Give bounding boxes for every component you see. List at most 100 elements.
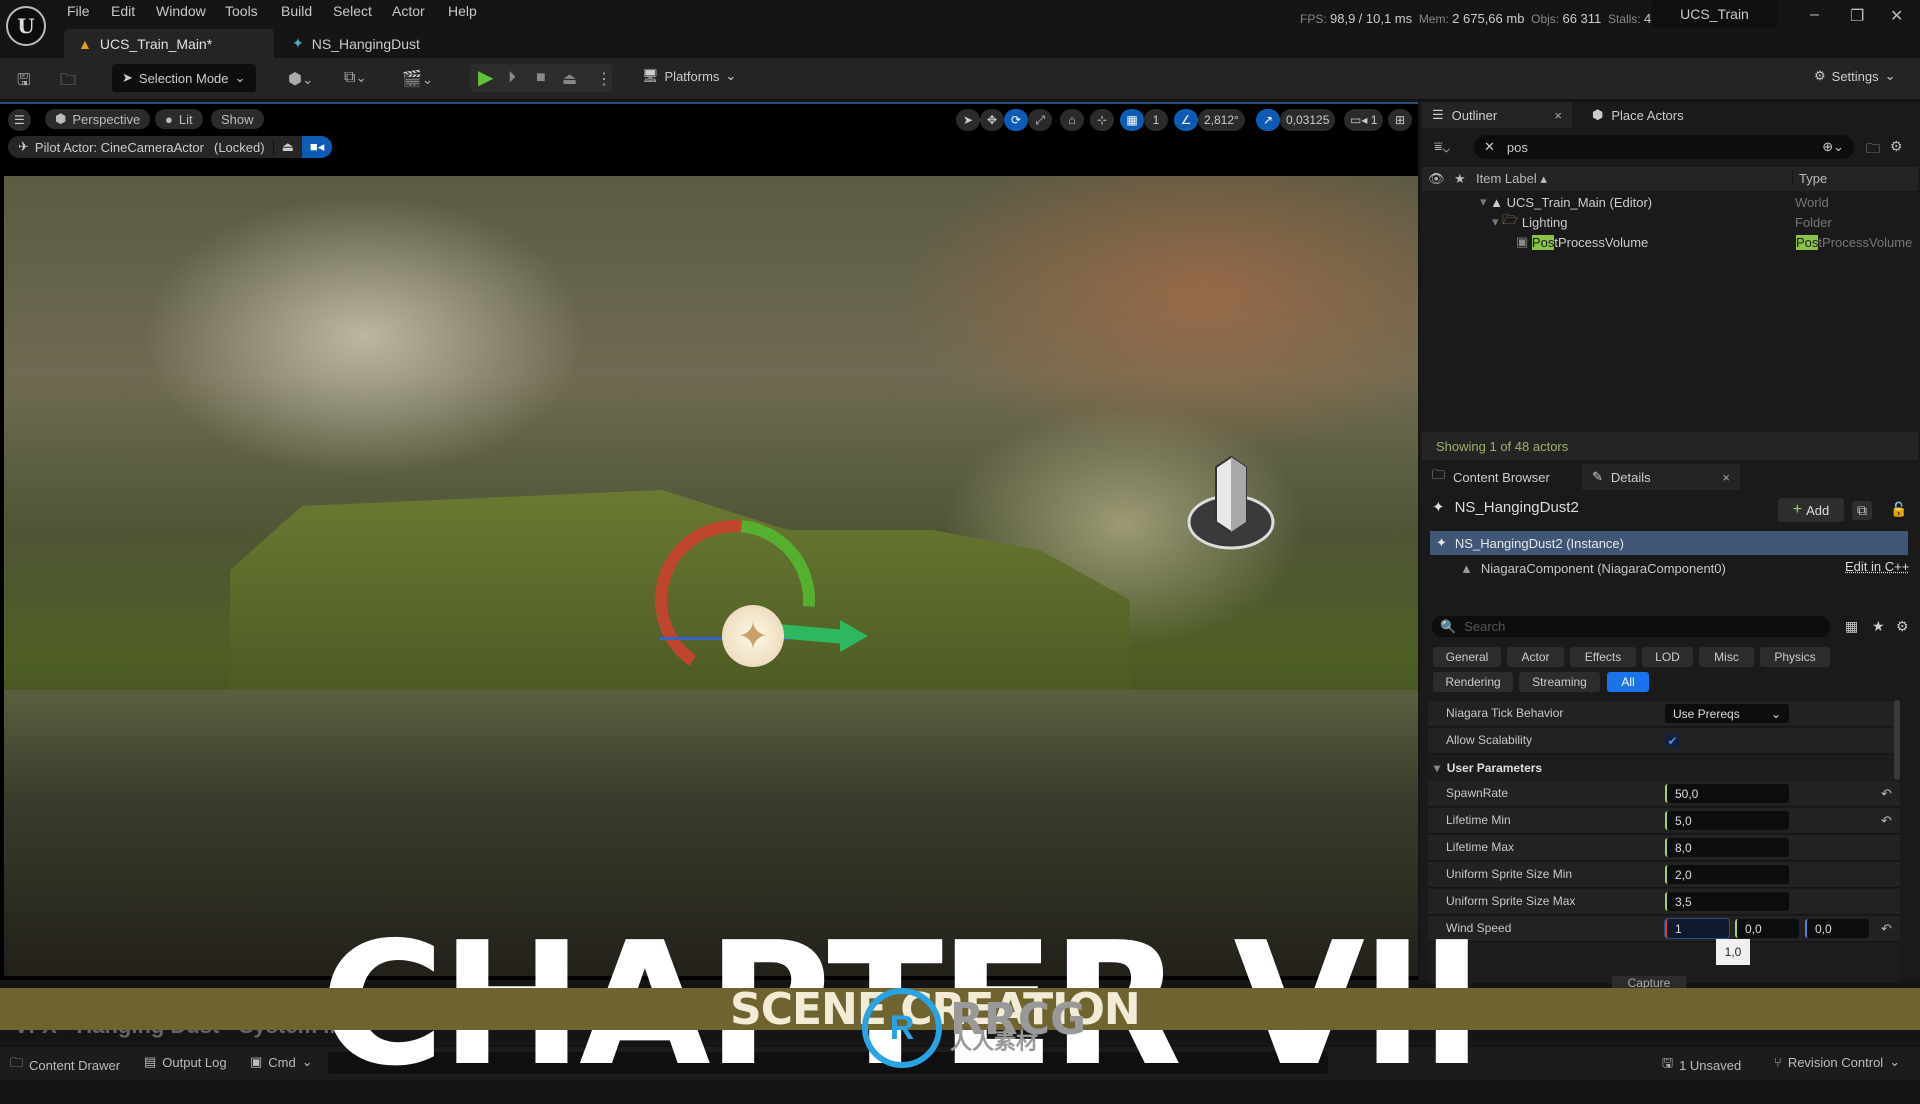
sprite-size-max-input[interactable]: 3,5 bbox=[1665, 892, 1789, 911]
niagara-system-sprite-icon[interactable]: ✦ bbox=[722, 605, 784, 667]
unreal-logo-icon[interactable]: U bbox=[6, 6, 46, 46]
play-icon[interactable]: ▶ bbox=[478, 65, 493, 90]
wind-speed-y-input[interactable]: 0,0 bbox=[1735, 919, 1799, 938]
wind-speed-x-input[interactable]: 1 bbox=[1664, 918, 1730, 939]
reset-to-default-icon[interactable]: ↶ bbox=[1881, 813, 1892, 829]
minimize-button[interactable]: – bbox=[1810, 6, 1819, 24]
column-item-label[interactable]: Item Label ▴ bbox=[1476, 171, 1547, 187]
scale-snap-icon[interactable]: ↗ bbox=[1256, 109, 1280, 131]
filter-effects[interactable]: Effects bbox=[1570, 647, 1636, 667]
details-scrollbar[interactable] bbox=[1894, 700, 1900, 780]
lock-icon[interactable]: 🔓 bbox=[1890, 501, 1907, 518]
tab-content-browser[interactable]: 🗀 Content Browser bbox=[1422, 464, 1560, 490]
menu-window[interactable]: Window bbox=[156, 3, 206, 19]
maximize-button[interactable]: ❐ bbox=[1850, 6, 1864, 26]
filter-physics[interactable]: Physics bbox=[1760, 647, 1830, 667]
edit-in-cpp-link[interactable]: Edit in C++ bbox=[1845, 559, 1909, 574]
cmd-dropdown[interactable]: ▣ Cmd ⌄ bbox=[250, 1054, 313, 1070]
details-search-input[interactable]: 🔍 Search bbox=[1432, 616, 1830, 637]
outliner-row[interactable]: ▣ Pos tProcessVolume bbox=[1516, 232, 1648, 252]
reset-to-default-icon[interactable]: ↶ bbox=[1881, 786, 1892, 802]
lifetime-max-input[interactable]: 8,0 bbox=[1665, 838, 1789, 857]
spawn-rate-input[interactable]: 50,0 bbox=[1665, 784, 1789, 803]
filter-misc[interactable]: Misc bbox=[1699, 647, 1754, 667]
settings-dropdown[interactable]: ⚙ Settings ⌄ bbox=[1814, 68, 1896, 84]
blueprint-button[interactable]: ⧉ bbox=[1852, 501, 1872, 520]
more-options-icon[interactable]: ⋮ bbox=[596, 69, 612, 89]
menu-file[interactable]: File bbox=[67, 3, 90, 19]
component-tree-item[interactable]: ▲ NiagaraComponent (NiagaraComponent0) bbox=[1460, 557, 1908, 579]
filter-lod[interactable]: LOD bbox=[1642, 647, 1693, 667]
menu-actor[interactable]: Actor bbox=[392, 3, 425, 19]
lit-button[interactable]: ● Lit bbox=[155, 109, 203, 129]
rotation-snap-icon[interactable]: ∠ bbox=[1174, 109, 1198, 131]
close-tab-icon[interactable]: × bbox=[1722, 470, 1730, 485]
details-settings-icon[interactable]: ⚙ bbox=[1896, 618, 1909, 635]
outliner-row[interactable]: ▾ 🗁 Lighting bbox=[1492, 212, 1567, 232]
tab-outliner[interactable]: ☰ Outliner × bbox=[1422, 102, 1572, 128]
tab-place-actors[interactable]: ⬢ Place Actors bbox=[1582, 102, 1694, 128]
scale-tool-icon[interactable]: ⤢ bbox=[1028, 109, 1052, 131]
menu-build[interactable]: Build bbox=[281, 3, 312, 19]
close-button[interactable]: ✕ bbox=[1890, 6, 1903, 26]
cinematics-icon[interactable]: 🎬⌄ bbox=[402, 69, 433, 89]
eject-icon[interactable]: ⏏ bbox=[562, 69, 577, 89]
section-user-parameters[interactable]: ▾ User Parameters bbox=[1428, 756, 1900, 780]
lifetime-min-input[interactable]: 5,0 bbox=[1665, 811, 1789, 830]
expand-icon[interactable]: ▾ bbox=[1492, 214, 1499, 230]
grid-snap-value[interactable]: 1 bbox=[1144, 109, 1168, 131]
surface-snap-icon[interactable]: ⊹ bbox=[1090, 109, 1114, 131]
step-icon[interactable]: ⏵ bbox=[508, 69, 516, 87]
content-drawer-button[interactable]: 🗀 Content Drawer bbox=[10, 1054, 120, 1076]
new-folder-icon[interactable]: 🗀 bbox=[1866, 138, 1880, 162]
column-type[interactable]: Type bbox=[1792, 171, 1827, 186]
platforms-dropdown[interactable]: 🖥 Platforms ⌄ bbox=[642, 68, 736, 84]
filter-streaming[interactable]: Streaming bbox=[1519, 672, 1600, 692]
allow-scalability-checkbox[interactable]: ✔ bbox=[1665, 733, 1680, 748]
menu-tools[interactable]: Tools bbox=[225, 3, 258, 19]
post-process-volume-icon[interactable] bbox=[1186, 452, 1276, 552]
tab-ucs-train-main[interactable]: ▲ UCS_Train_Main* bbox=[64, 29, 274, 58]
close-tab-icon[interactable]: × bbox=[1554, 108, 1562, 123]
menu-help[interactable]: Help bbox=[448, 3, 477, 19]
filter-icon[interactable]: ⩸⌄ bbox=[1434, 138, 1450, 155]
tab-ns-hanging-dust[interactable]: ✦ NS_HangingDust bbox=[278, 29, 434, 58]
output-log-button[interactable]: ▤ Output Log bbox=[144, 1054, 227, 1070]
rotation-snap-value[interactable]: 2,812° bbox=[1198, 109, 1245, 131]
add-filter-icon[interactable]: ⊕⌄ bbox=[1822, 139, 1844, 155]
wind-speed-z-input[interactable]: 0,0 bbox=[1805, 919, 1869, 938]
expand-icon[interactable]: ▾ bbox=[1480, 194, 1487, 210]
outliner-settings-icon[interactable]: ⚙ bbox=[1890, 138, 1903, 155]
viewport-layout-icon[interactable]: ⊞ bbox=[1388, 109, 1412, 131]
tab-details[interactable]: ✎ Details × bbox=[1582, 464, 1740, 490]
reset-to-default-icon[interactable]: ↶ bbox=[1881, 921, 1892, 937]
grid-snap-icon[interactable]: ▦ bbox=[1120, 109, 1144, 131]
gizmo-arrow-icon[interactable] bbox=[840, 620, 868, 652]
favorites-icon[interactable]: ★ bbox=[1872, 618, 1885, 635]
visibility-icon[interactable]: 👁 bbox=[1428, 171, 1445, 187]
unsaved-button[interactable]: 🖫 1 Unsaved bbox=[1662, 1054, 1741, 1076]
add-component-button[interactable]: + Add bbox=[1778, 498, 1844, 522]
filter-actor[interactable]: Actor bbox=[1507, 647, 1564, 667]
translate-tool-icon[interactable]: ✥ bbox=[980, 109, 1004, 131]
component-tree-instance[interactable]: ✦ NS_HangingDust2 (Instance) bbox=[1430, 531, 1908, 555]
browse-icon[interactable]: 🗀 bbox=[60, 69, 76, 96]
filter-all[interactable]: All bbox=[1607, 672, 1649, 692]
property-matrix-icon[interactable]: ▦ bbox=[1845, 618, 1858, 635]
select-tool-icon[interactable]: ➤ bbox=[956, 109, 980, 131]
world-local-icon[interactable]: ⌂ bbox=[1060, 109, 1084, 131]
filter-general[interactable]: General bbox=[1433, 647, 1501, 667]
rotate-tool-icon[interactable]: ⟳ bbox=[1004, 109, 1028, 131]
sprite-size-min-input[interactable]: 2,0 bbox=[1665, 865, 1789, 884]
blueprint-icon[interactable]: ⧉⌄ bbox=[344, 69, 367, 87]
scale-snap-value[interactable]: 0,03125 bbox=[1280, 109, 1336, 131]
outliner-row[interactable]: ▾ ▲ UCS_Train_Main (Editor) bbox=[1480, 192, 1652, 212]
perspective-button[interactable]: ⬢ Perspective bbox=[45, 109, 151, 129]
add-actor-icon[interactable]: ⬢⌄ bbox=[288, 69, 313, 89]
show-button[interactable]: Show bbox=[211, 109, 264, 129]
menu-edit[interactable]: Edit bbox=[111, 3, 135, 19]
save-icon[interactable]: 🖫 bbox=[17, 69, 31, 96]
filter-rendering[interactable]: Rendering bbox=[1433, 672, 1513, 692]
viewport-menu-icon[interactable]: ☰ bbox=[8, 109, 31, 131]
outliner-search-input[interactable]: ✕ pos ⊕⌄ bbox=[1474, 135, 1854, 159]
